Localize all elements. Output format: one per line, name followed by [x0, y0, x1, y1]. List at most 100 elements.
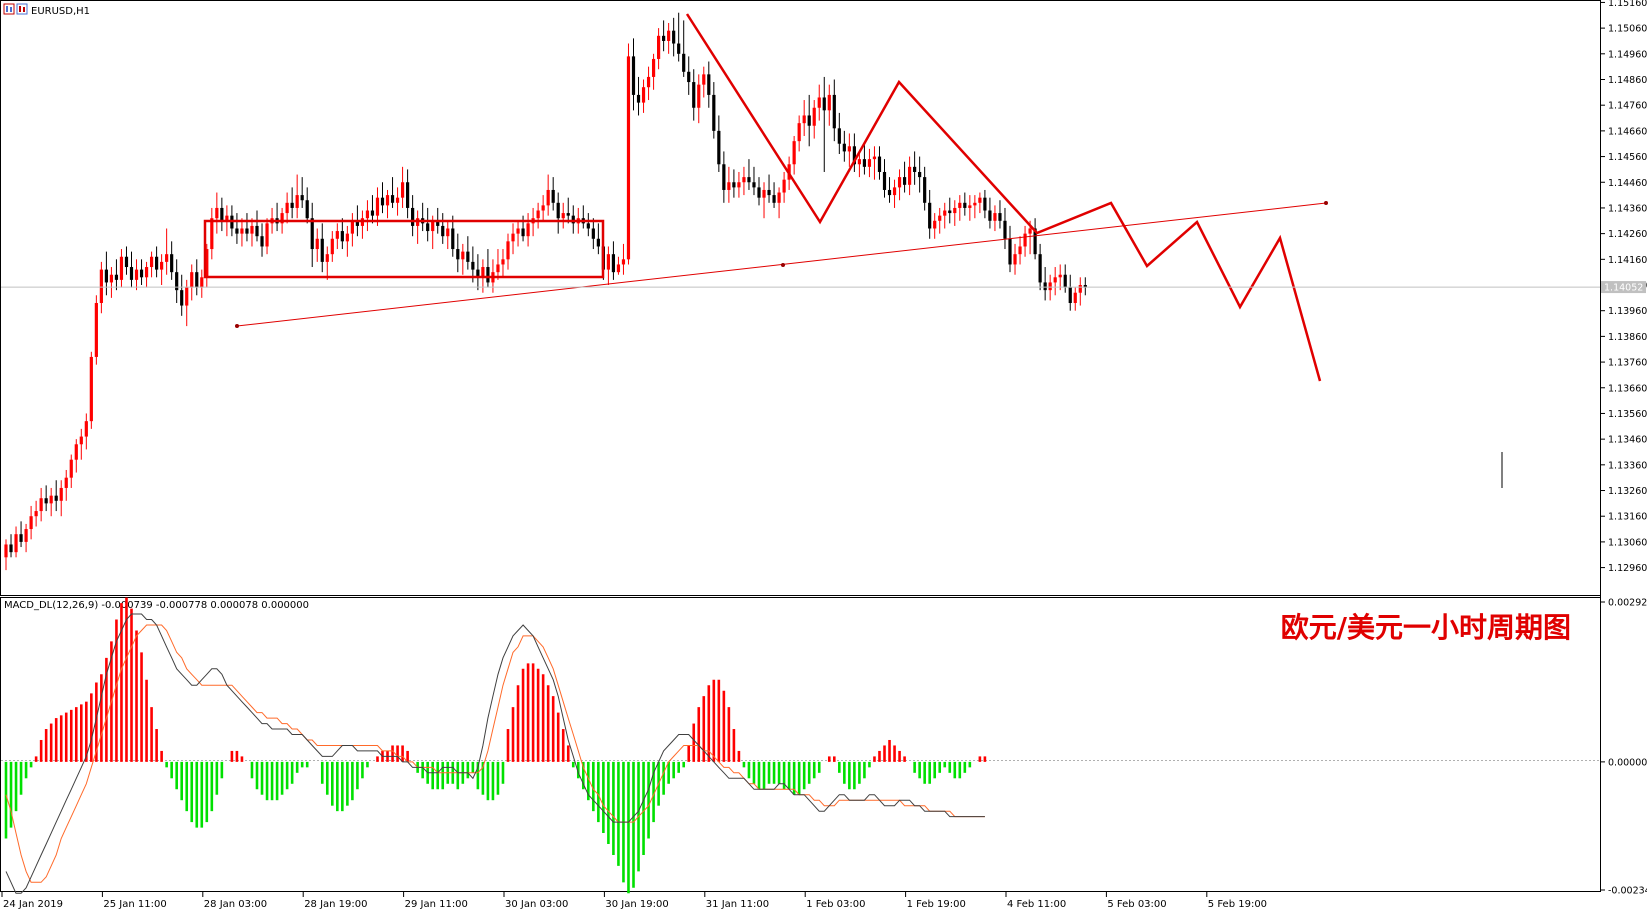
candle-body [104, 269, 108, 283]
candle-body [707, 74, 711, 95]
candle-body [767, 189, 771, 196]
candle-body [631, 56, 636, 95]
candle-body [200, 277, 204, 288]
candle-body [370, 210, 375, 216]
time-tick-label: 25 Jan 11:00 [103, 899, 166, 910]
current-price-label: 1.14052 [1604, 283, 1643, 294]
candle-body [305, 200, 309, 219]
candle-body [400, 182, 405, 198]
candle-body [501, 259, 505, 265]
candle-body [747, 177, 751, 183]
candle-body [129, 267, 134, 280]
candle-body [712, 94, 716, 131]
candle-body [451, 228, 455, 250]
candle-body [646, 76, 651, 88]
candle-body [235, 228, 239, 234]
candle-body [39, 498, 43, 512]
candle-body [822, 97, 826, 111]
candle-body [933, 220, 937, 229]
candle-body [877, 156, 882, 172]
candle-body [596, 238, 600, 247]
candle-body [938, 215, 942, 221]
candle-body [330, 238, 334, 255]
candle-body [526, 223, 530, 237]
candle-body [139, 269, 144, 278]
candle-body [546, 189, 550, 206]
candle-body [350, 220, 354, 234]
candle-body [516, 228, 520, 234]
trendline-anchor-point[interactable] [1324, 201, 1328, 205]
trendline-anchor-point[interactable] [235, 324, 239, 328]
candle-body [1078, 285, 1082, 293]
candle-body [310, 218, 314, 250]
candle-body [913, 166, 917, 172]
candle-body [466, 251, 470, 262]
candle-body [496, 264, 500, 273]
chart-window[interactable]: EURUSD,H1 1.15160 1.15060 1.14960 1.14860 1.… [0, 0, 1647, 913]
trendline-anchor-point[interactable] [781, 263, 785, 267]
time-tick-label: 24 Jan 2019 [3, 899, 63, 910]
price-tick-label: 1.13860 [1608, 332, 1647, 343]
price-tick-label: 1.14760 [1608, 101, 1647, 112]
candle-body [9, 544, 13, 553]
candle-body [441, 225, 445, 237]
candle-body [24, 529, 28, 542]
candle-body [4, 544, 8, 558]
candle-body [897, 177, 902, 188]
candle-body [1043, 282, 1047, 291]
candle-body [44, 498, 48, 504]
candle-body [611, 254, 616, 273]
candle-body [521, 228, 525, 237]
candle-body [777, 192, 781, 203]
candle-body [1023, 233, 1027, 247]
candle-body [807, 115, 811, 126]
candle-body [255, 225, 259, 237]
candle-body [757, 187, 761, 198]
candle-body [180, 290, 184, 306]
candle-body [782, 179, 786, 193]
candle-body [636, 94, 641, 103]
price-tick-label: 1.13360 [1608, 460, 1647, 471]
candle-body [240, 228, 244, 234]
candle-body [285, 202, 289, 214]
candle-body [832, 94, 836, 129]
time-tick-label: 4 Feb 11:00 [1007, 899, 1066, 910]
candle-body [94, 302, 98, 357]
macd-tick-label: -0.00234 [1608, 886, 1647, 897]
price-tick-label: 1.13560 [1608, 409, 1647, 420]
candle-body [29, 516, 33, 530]
candle-body [114, 274, 119, 280]
chart-canvas[interactable]: EURUSD,H1 1.15160 1.15060 1.14960 1.14860 1.… [0, 0, 1647, 913]
price-tick-label: 1.14160 [1608, 255, 1647, 266]
candle-body [119, 256, 124, 280]
candle-body [1063, 274, 1067, 288]
price-tick-label: 1.14660 [1608, 126, 1647, 137]
candle-body [406, 182, 410, 208]
time-tick-label: 1 Feb 03:00 [806, 899, 865, 910]
candle-body [847, 146, 851, 152]
candle-body [752, 182, 756, 188]
candle-body [772, 195, 776, 203]
candle-body [672, 30, 676, 44]
candle-body [19, 534, 23, 542]
candle-body [461, 251, 465, 260]
candle-body [837, 128, 841, 144]
candle-body [215, 207, 219, 219]
candle-body [541, 205, 545, 211]
candle-body [431, 220, 435, 232]
price-tick-label: 1.13260 [1608, 486, 1647, 497]
candle-body [902, 177, 907, 185]
candle-body [245, 228, 249, 234]
candle-body [722, 164, 726, 190]
candle-body [426, 223, 430, 232]
candle-body [667, 30, 671, 41]
time-tick-label: 29 Jan 11:00 [405, 899, 468, 910]
candle-body [89, 356, 93, 422]
candle-body [677, 43, 681, 54]
price-tick-label: 1.13060 [1608, 537, 1647, 548]
candle-body [792, 141, 796, 165]
candle-body [586, 223, 590, 229]
candle-body [742, 177, 746, 183]
candle-body [978, 197, 982, 203]
price-tick-label: 1.14560 [1608, 152, 1647, 163]
